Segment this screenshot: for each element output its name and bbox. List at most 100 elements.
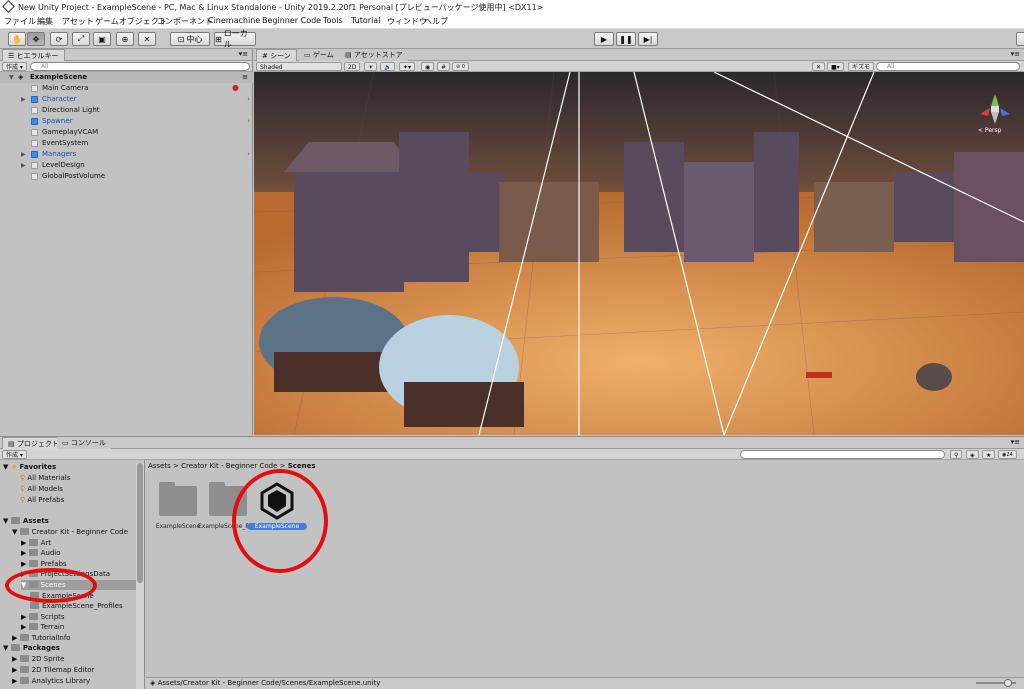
custom-tool-button[interactable]: ✕	[138, 32, 156, 46]
scene-tools-icon[interactable]: ✕	[812, 62, 826, 71]
panel-menu-icon[interactable]: ▾≡	[239, 50, 248, 58]
search-by-label-icon[interactable]: ◈	[966, 450, 979, 459]
toggle-2d-button[interactable]: 2D	[344, 62, 361, 71]
expand-arrow-icon[interactable]: ▶	[21, 560, 29, 568]
expand-arrow-icon[interactable]: ▼	[12, 528, 20, 536]
favorite-item[interactable]: ⚲ All Materials	[20, 473, 70, 483]
scene-viewport[interactable]: < Persp	[254, 72, 1024, 435]
hidden-objects-counter[interactable]: ⊘ 0	[452, 62, 469, 71]
space-toggle-button[interactable]: ⊞ ローカル	[214, 29, 256, 49]
open-prefab-icon[interactable]: ›	[247, 149, 250, 160]
rotate-tool-button[interactable]: ⟳	[50, 32, 68, 46]
hand-tool-button[interactable]: ✋	[8, 32, 26, 46]
open-prefab-icon[interactable]: ›	[247, 94, 250, 105]
expand-arrow-icon[interactable]: ▶	[12, 677, 20, 685]
play-button[interactable]: ▶	[594, 32, 614, 46]
icon-size-slider[interactable]	[976, 679, 1016, 687]
breadcrumb-scenes[interactable]: Scenes	[288, 462, 316, 470]
expand-arrow-icon[interactable]: ▶	[21, 160, 26, 171]
tab-console[interactable]: ▭ コンソール	[57, 437, 111, 449]
package-item[interactable]: ▶ 2D Tilemap Editor	[12, 665, 94, 675]
search-by-type-icon[interactable]: ⚲	[950, 450, 963, 459]
expand-arrow-icon[interactable]: ▶	[12, 634, 20, 642]
expand-arrow-icon[interactable]: ▶	[21, 94, 26, 105]
folder-terrain[interactable]: ▶ Terrain	[21, 622, 64, 632]
persp-label[interactable]: < Persp	[978, 127, 1001, 134]
lighting-toggle-icon[interactable]: ☀	[364, 62, 378, 71]
camera-settings-icon[interactable]: ■▾	[827, 62, 844, 71]
tab-project[interactable]: ▤ プロジェクト	[2, 437, 65, 449]
project-create-button[interactable]: 作成 ▾	[2, 450, 27, 459]
folder-art[interactable]: ▶ Art	[21, 538, 51, 548]
folder-creator-kit-beginner-code[interactable]: ▼ Creator Kit - Beginner Code	[12, 527, 128, 537]
open-prefab-icon[interactable]: ›	[247, 116, 250, 127]
project-search-input[interactable]	[740, 450, 945, 459]
expand-arrow-icon[interactable]: ▶	[21, 149, 26, 160]
folder-audio[interactable]: ▶ Audio	[21, 548, 61, 558]
expand-arrow-icon[interactable]: ▶	[21, 549, 29, 557]
rect-tool-button[interactable]: ▣	[93, 32, 111, 46]
assets-header[interactable]: ▼ Assets	[3, 516, 49, 526]
folder-scrollbar[interactable]	[136, 463, 144, 689]
menu-beginner-code[interactable]: Beginner Code	[262, 16, 321, 25]
scale-tool-button[interactable]: ⤢	[72, 32, 90, 46]
expand-arrow-icon[interactable]: ▼	[9, 72, 14, 83]
audio-toggle-icon[interactable]: 🔈	[380, 62, 396, 71]
hierarchy-item-spawner[interactable]: Spawner ›	[0, 116, 253, 127]
shading-mode-dropdown[interactable]: Shaded	[256, 62, 342, 71]
hierarchy-item-leveldesign[interactable]: ▶ LevelDesign	[0, 160, 253, 171]
hierarchy-item-eventsystem[interactable]: EventSystem	[0, 138, 253, 149]
scene-search-input[interactable]: All	[876, 62, 1020, 71]
menu-window[interactable]: ウィンドウ	[387, 16, 427, 27]
favorite-item[interactable]: ⚲ All Prefabs	[20, 495, 64, 505]
favorite-item[interactable]: ⚲ All Models	[20, 484, 63, 494]
grid-toggle-icon[interactable]: #	[437, 62, 451, 71]
hierarchy-item-gameplayvcam[interactable]: GameplayVCAM	[0, 127, 253, 138]
tab-scene[interactable]: # シーン	[256, 49, 297, 61]
hierarchy-item-character[interactable]: ▶ Character ›	[0, 94, 253, 105]
menu-cinemachine[interactable]: Cinemachine	[208, 16, 260, 25]
expand-arrow-icon[interactable]: ▶	[21, 613, 29, 621]
hierarchy-search-input[interactable]: All	[30, 62, 250, 71]
hierarchy-item-main-camera[interactable]: Main Camera	[0, 83, 253, 94]
tab-hierarchy[interactable]: ☰ ヒエラルキー	[2, 49, 65, 61]
favorite-star-icon[interactable]: ★	[982, 450, 996, 459]
step-button[interactable]: ▶|	[638, 32, 658, 46]
hierarchy-item-directional-light[interactable]: Directional Light	[0, 105, 253, 116]
folder-tutorialinfo[interactable]: ▶ TutorialInfo	[12, 633, 71, 643]
menu-edit[interactable]: 編集	[37, 16, 53, 27]
packages-header[interactable]: ▼ Packages	[3, 643, 60, 653]
package-item[interactable]: ▶ Analytics Library	[12, 676, 90, 686]
scene-visibility-icon[interactable]: ◉	[421, 62, 435, 71]
scene-menu-icon[interactable]: ≡	[242, 72, 248, 83]
scene-panel-menu-icon[interactable]: ▾≡	[1011, 50, 1020, 58]
expand-arrow-icon[interactable]: ▶	[12, 666, 20, 674]
collab-button[interactable]	[1016, 32, 1024, 46]
move-tool-button[interactable]: ✥	[27, 32, 45, 46]
folder-scrollbar-thumb[interactable]	[137, 463, 143, 583]
menu-file[interactable]: ファイル	[4, 16, 36, 27]
expand-arrow-icon[interactable]: ▶	[21, 623, 29, 631]
transform-tool-button[interactable]: ⊕	[116, 32, 134, 46]
hidden-packages-toggle[interactable]: ◉24	[998, 450, 1017, 459]
tab-game[interactable]: ▭ ゲーム	[299, 49, 339, 61]
menu-help[interactable]: ヘルプ	[424, 16, 448, 27]
hierarchy-create-button[interactable]: 作成 ▾	[2, 62, 27, 71]
expand-arrow-icon[interactable]: ▶	[12, 655, 20, 663]
menu-component[interactable]: コンポーネント	[157, 16, 213, 27]
package-item[interactable]: ▶ 2D Sprite	[12, 654, 64, 664]
scene-root-row[interactable]: ▼ ◈ ExampleScene ≡	[0, 72, 253, 83]
expand-arrow-icon[interactable]: ▶	[21, 539, 29, 547]
scene-orientation-gizmo[interactable]: < Persp	[972, 84, 1018, 134]
menu-gameobject[interactable]: ゲームオブジェクト	[95, 16, 167, 27]
effects-dropdown-icon[interactable]: ✦▾	[399, 62, 416, 71]
favorites-header[interactable]: ▼ ★ Favorites	[3, 462, 56, 472]
breadcrumb-creator-kit[interactable]: Creator Kit - Beginner Code	[181, 462, 277, 470]
tab-asset-store[interactable]: ▤ アセットストア	[340, 49, 408, 61]
pivot-toggle-button[interactable]: ⊡ 中心	[170, 32, 210, 46]
slider-thumb[interactable]	[1004, 679, 1012, 687]
pause-button[interactable]: ❚❚	[616, 32, 636, 46]
menu-assets[interactable]: アセット	[62, 16, 94, 27]
hierarchy-item-globalpostvolume[interactable]: GlobalPostVolume	[0, 171, 253, 182]
menu-tutorial[interactable]: Tutorial	[351, 16, 380, 25]
